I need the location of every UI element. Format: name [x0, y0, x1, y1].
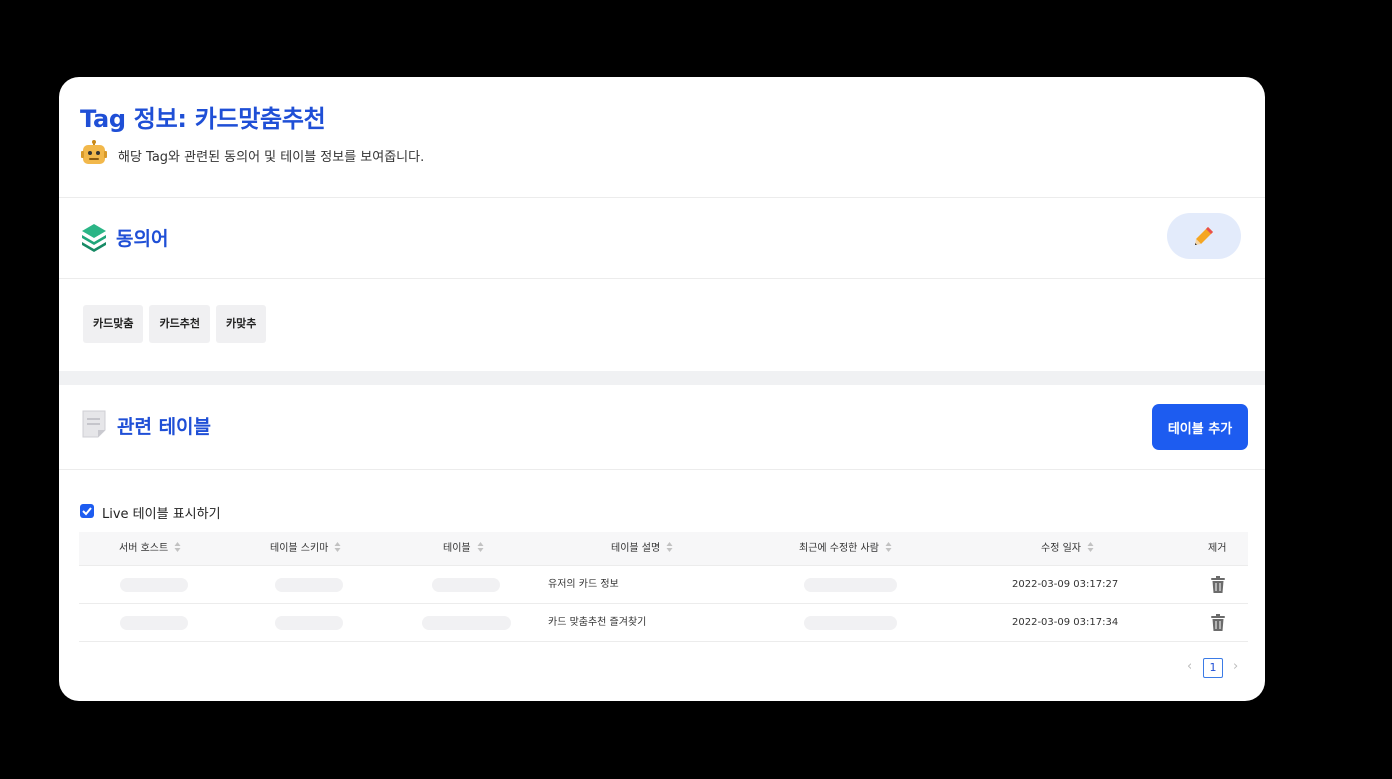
table-description-cell: 유저의 카드 정보 — [548, 579, 619, 590]
trash-icon[interactable] — [1211, 576, 1225, 593]
edit-synonyms-button[interactable] — [1167, 213, 1241, 259]
modified-by-placeholder — [804, 578, 897, 592]
synonyms-section-header: 동의어 — [59, 198, 1265, 279]
modified-date-cell: 2022-03-09 03:17:27 — [1012, 579, 1119, 590]
modified-date-cell: 2022-03-09 03:17:34 — [1012, 617, 1119, 628]
page-subtitle: 해당 Tag와 관련된 동의어 및 테이블 정보를 보여줍니다. — [118, 150, 425, 165]
live-tables-checkbox[interactable] — [80, 504, 94, 518]
sort-icon[interactable] — [334, 541, 341, 553]
table-row[interactable]: 유저의 카드 정보 2022-03-09 03:17:27 — [79, 566, 1248, 604]
sort-icon[interactable] — [477, 541, 484, 553]
layers-icon — [82, 224, 106, 252]
prev-page-button[interactable]: ‹ — [1187, 659, 1192, 674]
column-header-remove: 제거 — [1208, 543, 1227, 554]
page-header: Tag 정보: 카드맞춤추천 해당 Tag와 관련된 동의어 및 테이블 정보를… — [59, 77, 1265, 198]
related-tables-title: 관련 테이블 — [117, 416, 212, 438]
column-header-server-host[interactable]: 서버 호스트 — [119, 532, 181, 565]
next-page-button[interactable]: › — [1233, 659, 1238, 674]
table-name-placeholder — [432, 578, 500, 592]
column-header-modified-date[interactable]: 수정 일자 — [1041, 532, 1094, 565]
synonym-chip[interactable]: 카드추천 — [149, 305, 210, 343]
live-tables-label: Live 테이블 표시하기 — [102, 507, 221, 522]
synonym-chip-list: 카드맞춤 카드추천 카맞추 — [83, 305, 272, 343]
server-host-placeholder — [120, 616, 188, 630]
sort-icon[interactable] — [174, 541, 181, 553]
related-tables-table: 서버 호스트 테이블 스키마 테이블 테이블 설명 최근에 수정한 사람 수정 … — [79, 532, 1248, 642]
synonym-chip[interactable]: 카드맞춤 — [83, 305, 144, 343]
table-name-placeholder — [422, 616, 511, 630]
sort-icon[interactable] — [1087, 541, 1094, 553]
table-schema-placeholder — [275, 616, 343, 630]
table-header-row: 서버 호스트 테이블 스키마 테이블 테이블 설명 최근에 수정한 사람 수정 … — [79, 532, 1248, 566]
sort-icon[interactable] — [885, 541, 892, 553]
server-host-placeholder — [120, 578, 188, 592]
sort-icon[interactable] — [666, 541, 673, 553]
check-icon — [82, 507, 92, 516]
tag-info-card: Tag 정보: 카드맞춤추천 해당 Tag와 관련된 동의어 및 테이블 정보를… — [59, 77, 1265, 701]
add-table-button[interactable]: 테이블 추가 — [1152, 404, 1248, 450]
column-header-table-schema[interactable]: 테이블 스키마 — [270, 532, 341, 565]
page-title: Tag 정보: 카드맞춤추천 — [80, 105, 326, 133]
table-row[interactable]: 카드 맞춤추천 즐겨찾기 2022-03-09 03:17:34 — [79, 604, 1248, 642]
trash-icon[interactable] — [1211, 614, 1225, 631]
modified-by-placeholder — [804, 616, 897, 630]
table-description-cell: 카드 맞춤추천 즐겨찾기 — [548, 617, 647, 628]
page-number-current[interactable]: 1 — [1203, 658, 1223, 678]
document-icon — [82, 410, 106, 438]
table-schema-placeholder — [275, 578, 343, 592]
column-header-last-modified-by[interactable]: 최근에 수정한 사람 — [799, 532, 892, 565]
column-header-table[interactable]: 테이블 — [443, 532, 484, 565]
column-header-table-description[interactable]: 테이블 설명 — [611, 532, 673, 565]
synonym-chip[interactable]: 카맞추 — [215, 305, 267, 343]
robot-icon — [81, 140, 107, 164]
synonyms-title: 동의어 — [116, 228, 169, 250]
related-tables-section-header: 관련 테이블 테이블 추가 — [59, 385, 1265, 470]
pencil-icon — [1195, 227, 1213, 245]
section-divider — [59, 371, 1265, 385]
